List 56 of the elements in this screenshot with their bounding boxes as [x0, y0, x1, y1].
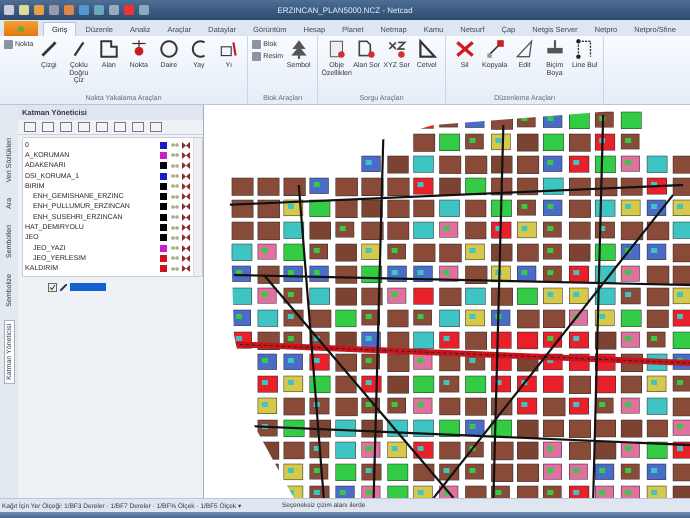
tool-icon [98, 38, 120, 60]
bow-icon[interactable] [182, 234, 190, 242]
layer-color-swatch[interactable] [160, 214, 167, 221]
layer-color-swatch[interactable] [160, 152, 167, 159]
bow-icon[interactable] [182, 142, 190, 149]
bulb-icon[interactable] [171, 173, 179, 180]
bow-icon[interactable] [182, 162, 190, 170]
bulb-icon[interactable] [171, 194, 179, 200]
bow-icon[interactable] [182, 254, 190, 262]
window-title: ERZINCAN_PLAN5000.NCZ - Netcad [277, 6, 413, 14]
toolbar-icon[interactable] [132, 122, 144, 132]
bow-icon[interactable] [182, 224, 190, 232]
layer-color-swatch[interactable] [160, 162, 167, 170]
toolbar-icon[interactable] [60, 122, 72, 132]
layer-color-swatch[interactable] [160, 234, 167, 242]
checkbox[interactable] [48, 282, 57, 292]
bulb-icon[interactable] [171, 162, 179, 169]
bow-icon[interactable] [182, 265, 190, 272]
layer-color-swatch[interactable] [160, 265, 167, 272]
layer-color-swatch[interactable] [160, 193, 167, 200]
bulb-icon[interactable] [171, 266, 179, 272]
toolbar-icon[interactable] [114, 122, 126, 132]
layer-color-swatch[interactable] [160, 224, 167, 232]
bulb-icon[interactable] [171, 255, 179, 262]
scrollbar[interactable] [193, 138, 202, 276]
highlighted-field[interactable] [70, 283, 106, 292]
bulb-icon[interactable] [171, 234, 179, 241]
layer-color-swatch[interactable] [160, 254, 167, 262]
toolbar-icon[interactable] [96, 122, 108, 132]
bow-icon[interactable] [182, 214, 190, 221]
tool-icon [4, 40, 13, 49]
layer-color-swatch[interactable] [160, 142, 167, 149]
bulb-icon[interactable] [171, 142, 179, 148]
bulb-icon[interactable] [171, 224, 179, 231]
bow-icon[interactable] [182, 172, 190, 180]
bulb-icon[interactable] [171, 214, 179, 220]
bulb-icon[interactable] [171, 183, 179, 190]
toolbar-icon[interactable] [24, 122, 36, 132]
toolbar-icon[interactable] [42, 122, 54, 132]
bulb-icon[interactable] [171, 204, 179, 210]
app-icon [17, 24, 25, 32]
bow-icon[interactable] [182, 152, 190, 159]
toolbar-icon[interactable] [150, 122, 162, 132]
bow-icon[interactable] [182, 203, 190, 210]
layer-color-swatch[interactable] [160, 203, 167, 210]
toolbar-icon[interactable] [78, 122, 90, 132]
bulb-icon[interactable] [171, 245, 179, 252]
layer-color-swatch[interactable] [160, 172, 167, 180]
tool-icon [158, 38, 180, 60]
layer-color-swatch[interactable] [160, 244, 167, 252]
pen-icon [60, 284, 67, 291]
layer-color-swatch[interactable] [160, 182, 167, 190]
bow-icon[interactable] [182, 193, 190, 200]
bulb-icon[interactable] [171, 152, 179, 158]
bow-icon[interactable] [182, 182, 190, 190]
bow-icon[interactable] [182, 244, 190, 252]
